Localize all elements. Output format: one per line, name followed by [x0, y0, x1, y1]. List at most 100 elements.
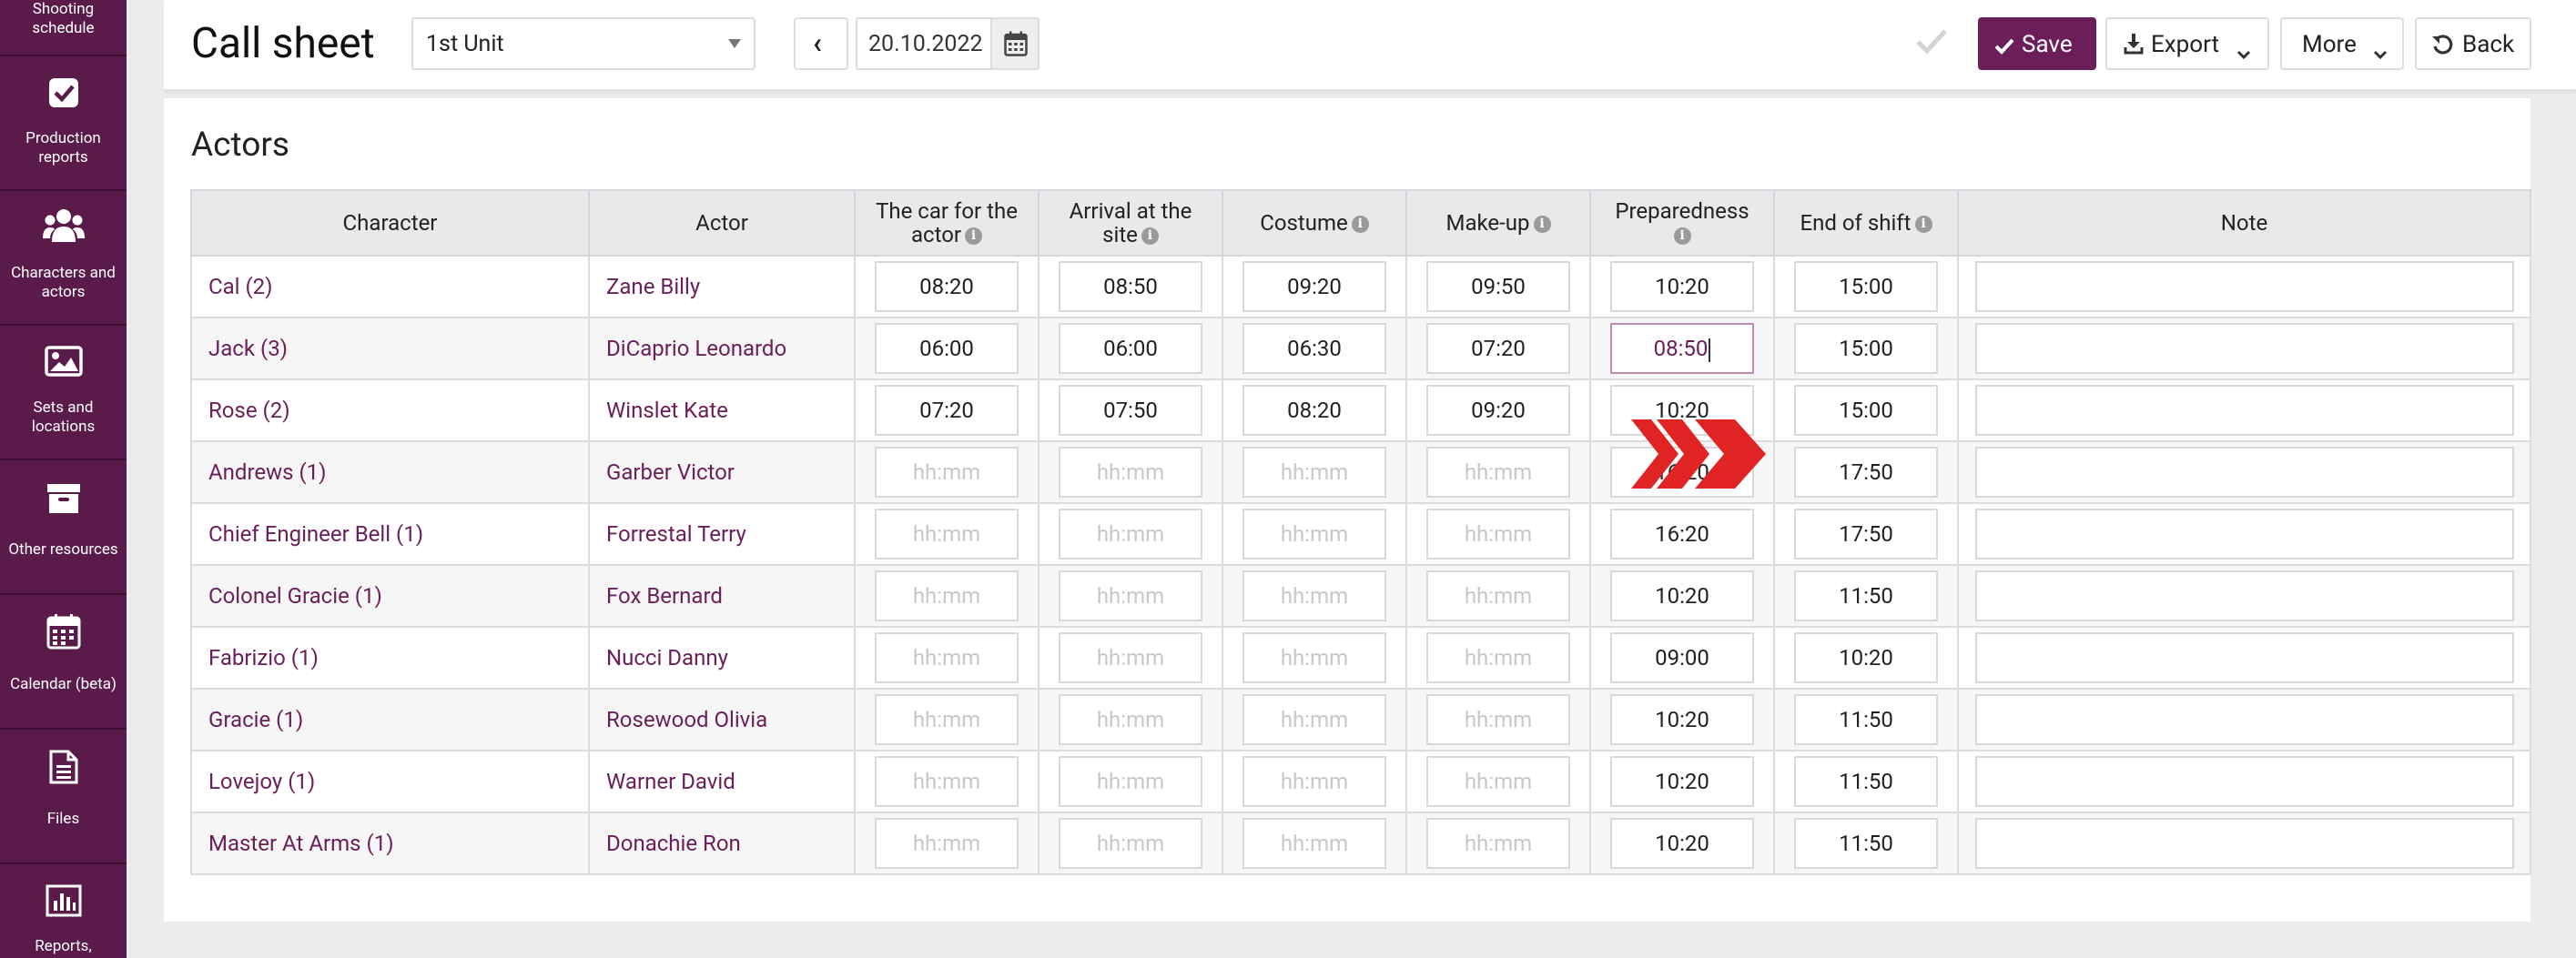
makeup-time-input[interactable]: hh:mm — [1426, 447, 1570, 498]
car-time-input[interactable]: hh:mm — [875, 509, 1019, 560]
sidebar-item-sets-and-locations[interactable]: Sets and locations — [0, 326, 127, 460]
arrival-time-input[interactable]: 08:50 — [1059, 261, 1202, 312]
car-time-input[interactable]: hh:mm — [875, 447, 1019, 498]
actor-link[interactable]: Rosewood Olivia — [588, 688, 856, 751]
costume-time-input[interactable]: 09:20 — [1242, 261, 1386, 312]
costume-time-input[interactable]: hh:mm — [1242, 447, 1386, 498]
previous-date-button[interactable]: ‹ — [794, 17, 848, 70]
costume-time-input[interactable]: 06:30 — [1242, 323, 1386, 374]
costume-time-input[interactable]: hh:mm — [1242, 570, 1386, 621]
actor-link[interactable]: Fox Bernard — [588, 564, 856, 628]
character-link[interactable]: Rose (2) — [190, 378, 590, 442]
arrival-time-input[interactable]: hh:mm — [1059, 632, 1202, 683]
arrival-time-input[interactable]: hh:mm — [1059, 447, 1202, 498]
car-time-input[interactable]: hh:mm — [875, 570, 1019, 621]
note-input[interactable] — [1974, 509, 2514, 560]
costume-time-input[interactable]: hh:mm — [1242, 694, 1386, 745]
note-input[interactable] — [1974, 694, 2514, 745]
actor-link[interactable]: Garber Victor — [588, 440, 856, 504]
car-time-input[interactable]: hh:mm — [875, 756, 1019, 807]
info-icon[interactable]: i — [1914, 216, 1932, 234]
info-icon[interactable]: i — [1673, 227, 1691, 246]
back-button[interactable]: Back — [2415, 17, 2531, 70]
more-button[interactable]: More — [2280, 17, 2404, 70]
sidebar-item-calendar[interactable]: Calendar (beta) — [0, 595, 127, 730]
note-input[interactable] — [1974, 323, 2514, 374]
preparedness-time-input[interactable]: 09:00 — [1610, 632, 1754, 683]
character-link[interactable]: Gracie (1) — [190, 688, 590, 751]
sidebar-item-files[interactable]: Files — [0, 730, 127, 864]
end-time-input[interactable]: 15:00 — [1794, 261, 1938, 312]
preparedness-time-input[interactable]: 10:20 — [1610, 261, 1754, 312]
costume-time-input[interactable]: 08:20 — [1242, 385, 1386, 436]
end-time-input[interactable]: 11:50 — [1794, 756, 1938, 807]
date-input[interactable]: 20.10.2022 — [856, 17, 994, 70]
actor-link[interactable]: Donachie Ron — [588, 812, 856, 875]
end-time-input[interactable]: 15:00 — [1794, 323, 1938, 374]
actor-link[interactable]: Winslet Kate — [588, 378, 856, 442]
save-button[interactable]: Save — [1978, 17, 2096, 70]
car-time-input[interactable]: 08:20 — [875, 261, 1019, 312]
makeup-time-input[interactable]: hh:mm — [1426, 509, 1570, 560]
arrival-time-input[interactable]: hh:mm — [1059, 756, 1202, 807]
preparedness-time-input[interactable]: 10:20 — [1610, 694, 1754, 745]
end-time-input[interactable]: 15:00 — [1794, 385, 1938, 436]
costume-time-input[interactable]: hh:mm — [1242, 632, 1386, 683]
character-link[interactable]: Andrews (1) — [190, 440, 590, 504]
note-input[interactable] — [1974, 756, 2514, 807]
note-input[interactable] — [1974, 261, 2514, 312]
end-time-input[interactable]: 17:50 — [1794, 509, 1938, 560]
costume-time-input[interactable]: hh:mm — [1242, 756, 1386, 807]
info-icon[interactable]: i — [1141, 227, 1159, 246]
makeup-time-input[interactable]: hh:mm — [1426, 756, 1570, 807]
info-icon[interactable]: i — [1533, 216, 1551, 234]
actor-link[interactable]: Nucci Danny — [588, 626, 856, 690]
character-link[interactable]: Lovejoy (1) — [190, 750, 590, 813]
arrival-time-input[interactable]: hh:mm — [1059, 509, 1202, 560]
arrival-time-input[interactable]: hh:mm — [1059, 694, 1202, 745]
preparedness-time-input[interactable]: 08:50 — [1610, 323, 1754, 374]
preparedness-time-input[interactable]: 10:20 — [1610, 570, 1754, 621]
note-input[interactable] — [1974, 385, 2514, 436]
sidebar-item-shooting-schedule[interactable]: Shooting schedule — [0, 0, 127, 56]
arrival-time-input[interactable]: hh:mm — [1059, 570, 1202, 621]
sidebar-item-production-reports[interactable]: Production reports — [0, 56, 127, 191]
arrival-time-input[interactable]: 07:50 — [1059, 385, 1202, 436]
costume-time-input[interactable]: hh:mm — [1242, 818, 1386, 869]
end-time-input[interactable]: 17:50 — [1794, 447, 1938, 498]
actor-link[interactable]: Warner David — [588, 750, 856, 813]
character-link[interactable]: Chief Engineer Bell (1) — [190, 502, 590, 566]
car-time-input[interactable]: hh:mm — [875, 818, 1019, 869]
note-input[interactable] — [1974, 818, 2514, 869]
info-icon[interactable]: i — [1351, 216, 1369, 234]
end-time-input[interactable]: 11:50 — [1794, 694, 1938, 745]
character-link[interactable]: Fabrizio (1) — [190, 626, 590, 690]
end-time-input[interactable]: 11:50 — [1794, 818, 1938, 869]
export-button[interactable]: Export — [2105, 17, 2269, 70]
actor-link[interactable]: DiCaprio Leonardo — [588, 317, 856, 380]
note-input[interactable] — [1974, 570, 2514, 621]
preparedness-time-input[interactable]: 16:20 — [1610, 509, 1754, 560]
makeup-time-input[interactable]: hh:mm — [1426, 818, 1570, 869]
actor-link[interactable]: Zane Billy — [588, 255, 856, 318]
character-link[interactable]: Cal (2) — [190, 255, 590, 318]
car-time-input[interactable]: 06:00 — [875, 323, 1019, 374]
costume-time-input[interactable]: hh:mm — [1242, 509, 1386, 560]
character-link[interactable]: Colonel Gracie (1) — [190, 564, 590, 628]
car-time-input[interactable]: 07:20 — [875, 385, 1019, 436]
makeup-time-input[interactable]: 07:20 — [1426, 323, 1570, 374]
preparedness-time-input[interactable]: 10:20 — [1610, 818, 1754, 869]
makeup-time-input[interactable]: hh:mm — [1426, 694, 1570, 745]
sidebar-item-reports[interactable]: Reports, — [0, 864, 127, 958]
makeup-time-input[interactable]: 09:50 — [1426, 261, 1570, 312]
sidebar-item-other-resources[interactable]: Other resources — [0, 460, 127, 595]
arrival-time-input[interactable]: 06:00 — [1059, 323, 1202, 374]
info-icon[interactable]: i — [965, 227, 983, 246]
note-input[interactable] — [1974, 447, 2514, 498]
arrival-time-input[interactable]: hh:mm — [1059, 818, 1202, 869]
date-picker-button[interactable] — [990, 17, 1040, 70]
character-link[interactable]: Jack (3) — [190, 317, 590, 380]
preparedness-time-input[interactable]: 10:20 — [1610, 756, 1754, 807]
car-time-input[interactable]: hh:mm — [875, 694, 1019, 745]
note-input[interactable] — [1974, 632, 2514, 683]
